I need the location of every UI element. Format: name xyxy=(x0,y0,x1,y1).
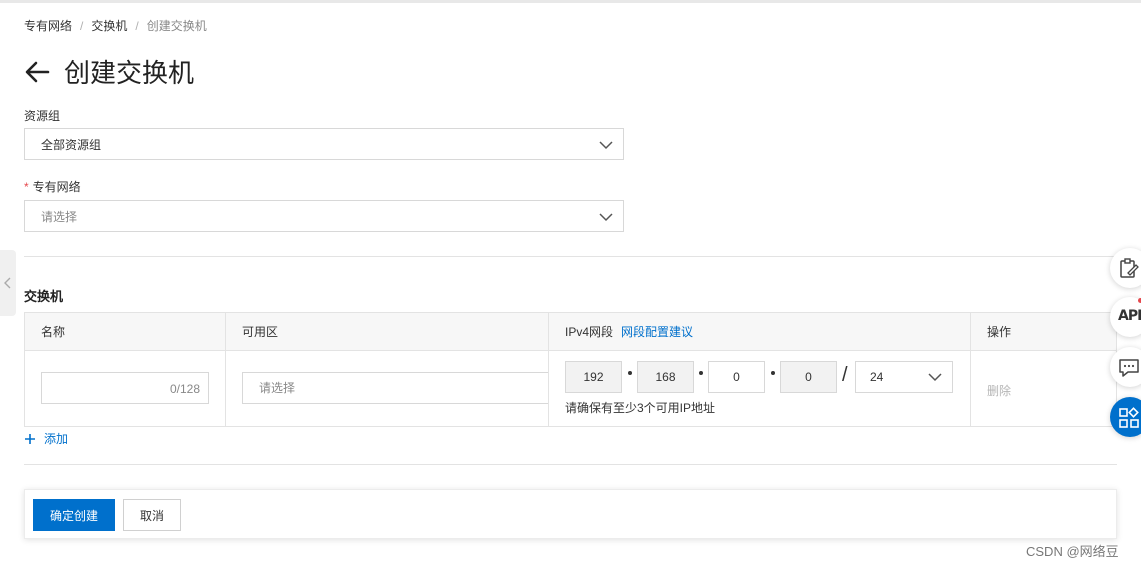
ip-hint-text: 请确保有至少3个可用IP地址 xyxy=(565,401,716,415)
confirm-create-button[interactable]: 确定创建 xyxy=(33,499,115,531)
vpc-label: 专有网络 xyxy=(32,180,81,194)
watermark: CSDN @网络豆 xyxy=(1026,544,1119,559)
column-action: 操作 xyxy=(987,325,1012,339)
api-label: API xyxy=(1118,308,1141,324)
chevron-down-icon xyxy=(599,213,613,222)
zone-placeholder: 请选择 xyxy=(259,381,296,395)
breadcrumb-item-switch[interactable]: 交换机 xyxy=(91,17,127,34)
apps-tool-button[interactable] xyxy=(1110,397,1141,437)
table-row-ipv4-cell: 192 168 0 0 / 24 请确保有至少3个可用IP地址 xyxy=(549,351,971,427)
vpc-placeholder: 请选择 xyxy=(41,209,78,224)
switch-table: 名称 可用区 IPv4网段 网段配置建议 操作 0/128 请选择 192 168… xyxy=(24,312,1117,427)
column-zone: 可用区 xyxy=(226,313,549,351)
ip-octet-1[interactable]: 192 xyxy=(565,361,622,393)
table-row-zone-cell: 请选择 xyxy=(226,351,549,427)
ip-octet-3[interactable]: 0 xyxy=(708,361,765,393)
name-char-counter: 0/128 xyxy=(169,382,200,396)
column-ipv4: IPv4网段 网段配置建议 xyxy=(549,313,971,351)
plus-icon xyxy=(25,433,35,444)
chevron-down-icon xyxy=(599,141,613,150)
clipboard-edit-icon xyxy=(1120,258,1139,278)
ip-dot xyxy=(628,371,632,375)
column-ipv4-label: IPv4网段 xyxy=(565,325,614,339)
breadcrumb-current: 创建交换机 xyxy=(146,19,207,33)
vpc-label-wrapper: * 专有网络 xyxy=(24,178,81,195)
add-switch-button[interactable]: 添加 xyxy=(24,430,68,447)
switch-section-title: 交换机 xyxy=(24,289,64,304)
cidr-suggestion-link[interactable]: 网段配置建议 xyxy=(621,325,693,339)
action-bar: 确定创建 取消 xyxy=(24,489,1117,539)
subnet-mask-select[interactable]: 24 xyxy=(855,361,953,393)
feedback-tool-button[interactable] xyxy=(1110,248,1141,288)
chevron-down-icon xyxy=(928,373,942,382)
delete-button[interactable]: 删除 xyxy=(987,382,1011,399)
required-mark: * xyxy=(24,180,29,194)
ip-octet-4[interactable]: 0 xyxy=(780,361,837,393)
subnet-mask-value: 24 xyxy=(870,370,884,384)
table-header: 名称 可用区 IPv4网段 网段配置建议 操作 xyxy=(25,313,1116,351)
page-header: 创建交换机 xyxy=(24,53,194,90)
chat-bubble-icon xyxy=(1119,359,1139,377)
add-switch-label: 添加 xyxy=(44,432,69,446)
grid-apps-icon xyxy=(1119,407,1139,428)
table-row-name-cell: 0/128 xyxy=(25,351,226,427)
breadcrumb-separator: / xyxy=(80,18,84,33)
section-divider xyxy=(24,464,1117,465)
page-title: 创建交换机 xyxy=(64,58,195,88)
table-row-action-cell: 删除 xyxy=(971,351,1118,427)
ip-octet-2[interactable]: 168 xyxy=(637,361,694,393)
zone-select[interactable]: 请选择 xyxy=(242,372,548,404)
chevron-left-icon xyxy=(4,277,11,289)
ip-dot xyxy=(771,371,775,375)
breadcrumb-separator: / xyxy=(135,18,139,33)
top-border xyxy=(0,0,1141,3)
resource-group-value: 全部资源组 xyxy=(41,137,102,152)
switch-name-input[interactable]: 0/128 xyxy=(41,372,209,404)
breadcrumb-item-vpc[interactable]: 专有网络 xyxy=(24,17,72,34)
cancel-button[interactable]: 取消 xyxy=(123,499,181,531)
section-divider xyxy=(24,256,1117,257)
resource-group-select[interactable]: 全部资源组 xyxy=(24,128,624,160)
back-arrow-icon[interactable] xyxy=(24,59,50,85)
vpc-select[interactable]: 请选择 xyxy=(24,200,624,232)
ip-slash: / xyxy=(842,364,848,386)
breadcrumb: 专有网络 / 交换机 / 创建交换机 xyxy=(24,17,207,34)
ip-dot xyxy=(699,371,703,375)
sidebar-collapse-toggle[interactable] xyxy=(0,250,16,316)
resource-group-label: 资源组 xyxy=(24,109,61,123)
column-name: 名称 xyxy=(25,313,226,351)
